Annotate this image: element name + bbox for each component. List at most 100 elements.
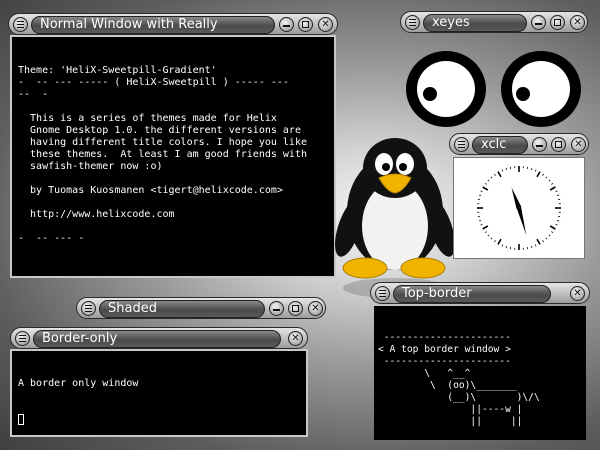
close-icon: ✕ bbox=[574, 139, 583, 150]
maximize-button[interactable] bbox=[551, 137, 566, 152]
xclock-titlebar[interactable]: xclc ✕ bbox=[449, 133, 589, 155]
minimize-button[interactable] bbox=[531, 15, 546, 30]
clock-minute-mark bbox=[505, 245, 508, 249]
window-title: Top-border bbox=[393, 285, 551, 303]
window-menu-button[interactable] bbox=[454, 137, 469, 152]
clock-minute-mark bbox=[501, 169, 504, 172]
close-button[interactable]: ✕ bbox=[570, 15, 585, 30]
minimize-icon bbox=[283, 25, 290, 27]
clock-hour-mark bbox=[482, 186, 489, 191]
close-icon: ✕ bbox=[311, 303, 320, 314]
shaded-titlebar[interactable]: Shaded ✕ bbox=[76, 297, 326, 319]
menu-icon bbox=[19, 335, 26, 342]
window-menu-button[interactable] bbox=[13, 17, 28, 32]
xclock-window: xclc ✕ bbox=[449, 133, 589, 261]
clock-minute-mark bbox=[534, 169, 537, 172]
maximize-button[interactable] bbox=[298, 17, 313, 32]
clock-minute-mark bbox=[484, 182, 487, 185]
terminal-line: Theme: 'HeliX-Sweetpill-Gradient' bbox=[18, 65, 217, 76]
window-menu-button[interactable] bbox=[405, 15, 420, 30]
text-cursor bbox=[18, 414, 24, 425]
terminal-line: < A top border window > bbox=[378, 344, 511, 355]
menu-icon bbox=[17, 21, 24, 28]
border-only-titlebar[interactable]: Border-only ✕ bbox=[10, 327, 308, 349]
tux-left-pupil bbox=[382, 163, 390, 171]
window-menu-button[interactable] bbox=[375, 286, 390, 301]
menu-icon bbox=[458, 141, 465, 148]
terminal-line: - -- --- - bbox=[18, 233, 85, 244]
close-button[interactable]: ✕ bbox=[308, 301, 323, 316]
terminal-content[interactable]: ---------------------- < A top border win… bbox=[374, 306, 586, 440]
terminal-line: This is a series of themes made for Heli… bbox=[18, 113, 277, 124]
terminal-line: Gnome Desktop 1.0. the different version… bbox=[18, 125, 301, 136]
clock-minute-mark bbox=[551, 182, 554, 185]
clock-minute-mark bbox=[484, 231, 487, 234]
clock-minute-mark bbox=[548, 179, 551, 182]
close-icon: ✕ bbox=[321, 19, 330, 30]
maximize-button[interactable] bbox=[288, 301, 303, 316]
close-button[interactable]: ✕ bbox=[571, 137, 586, 152]
close-button[interactable]: ✕ bbox=[288, 331, 303, 346]
window-menu-button[interactable] bbox=[81, 301, 96, 316]
clock-minute-mark bbox=[556, 194, 560, 197]
maximize-icon bbox=[302, 21, 309, 28]
minimize-button[interactable] bbox=[532, 137, 547, 152]
terminal-line: (__)\ )\/\ bbox=[378, 392, 540, 403]
clock-minute-mark bbox=[542, 173, 545, 176]
close-button[interactable]: ✕ bbox=[318, 17, 333, 32]
terminal-content[interactable]: Theme: 'HeliX-Sweetpill-Gradient' - -- --… bbox=[10, 35, 336, 278]
terminal-content[interactable]: A border only window bbox=[10, 349, 308, 437]
maximize-button[interactable] bbox=[550, 15, 565, 30]
minimize-button[interactable] bbox=[269, 301, 284, 316]
clock-minute-mark bbox=[478, 194, 482, 197]
xeyes-titlebar[interactable]: xeyes ✕ bbox=[400, 11, 588, 33]
close-icon: ✕ bbox=[573, 17, 582, 28]
terminal-line: these themes. At least I am good friends… bbox=[18, 149, 307, 160]
xeyes-window: xeyes ✕ bbox=[400, 11, 588, 131]
clock-minute-mark bbox=[555, 190, 558, 193]
terminal-line: A border only window bbox=[18, 378, 139, 389]
normal-window-titlebar[interactable]: Normal Window with Really ✕ bbox=[8, 13, 338, 35]
clock-minute-mark bbox=[501, 244, 504, 247]
menu-icon bbox=[409, 19, 416, 26]
window-menu-button[interactable] bbox=[15, 331, 30, 346]
analog-clock bbox=[477, 166, 561, 250]
clock-hour-mark bbox=[497, 238, 502, 245]
clock-minute-mark bbox=[480, 190, 483, 193]
terminal-line: sawfish-themer now :o) bbox=[18, 161, 163, 172]
border-only-window: Border-only ✕ A border only window bbox=[10, 327, 308, 439]
clock-minute-mark bbox=[530, 167, 533, 171]
maximize-icon bbox=[554, 19, 561, 26]
close-button[interactable]: ✕ bbox=[570, 286, 585, 301]
minimize-button[interactable] bbox=[279, 17, 294, 32]
terminal-line: - -- --- ----- ( HeliX-Sweetpill ) -----… bbox=[18, 77, 289, 88]
terminal-line: having different title colors. I hope yo… bbox=[18, 137, 307, 148]
window-title: xclc bbox=[472, 136, 528, 154]
maximize-icon bbox=[555, 141, 562, 148]
clock-face bbox=[453, 157, 585, 259]
minimize-icon bbox=[273, 309, 280, 311]
clock-hour-mark bbox=[497, 171, 502, 178]
clock-hour-mark bbox=[549, 225, 556, 230]
menu-icon bbox=[379, 290, 386, 297]
terminal-text: Theme: 'HeliX-Sweetpill-Gradient' - -- --… bbox=[18, 65, 328, 245]
menu-icon bbox=[85, 305, 92, 312]
xeyes-eyes[interactable] bbox=[400, 37, 588, 129]
clock-minute-mark bbox=[542, 240, 545, 243]
clock-minute-mark bbox=[534, 244, 537, 247]
terminal-line: || || bbox=[378, 416, 523, 427]
clock-minute-mark bbox=[556, 219, 560, 222]
clock-minute-mark bbox=[490, 176, 493, 179]
tux-right-pupil bbox=[399, 163, 407, 171]
shaded-window: Shaded ✕ bbox=[76, 297, 326, 319]
top-border-window: Top-border ✕ ---------------------- < A t… bbox=[370, 282, 590, 440]
window-title: xeyes bbox=[423, 14, 527, 32]
normal-window: Normal Window with Really ✕ Theme: 'Heli… bbox=[8, 13, 338, 278]
clock-minute-mark bbox=[545, 237, 548, 240]
terminal-line: ---------------------- bbox=[378, 332, 511, 343]
minimize-icon bbox=[535, 23, 542, 25]
top-border-titlebar[interactable]: Top-border ✕ bbox=[370, 282, 590, 304]
clock-minute-hand bbox=[516, 207, 527, 236]
clock-minute-mark bbox=[478, 219, 482, 222]
